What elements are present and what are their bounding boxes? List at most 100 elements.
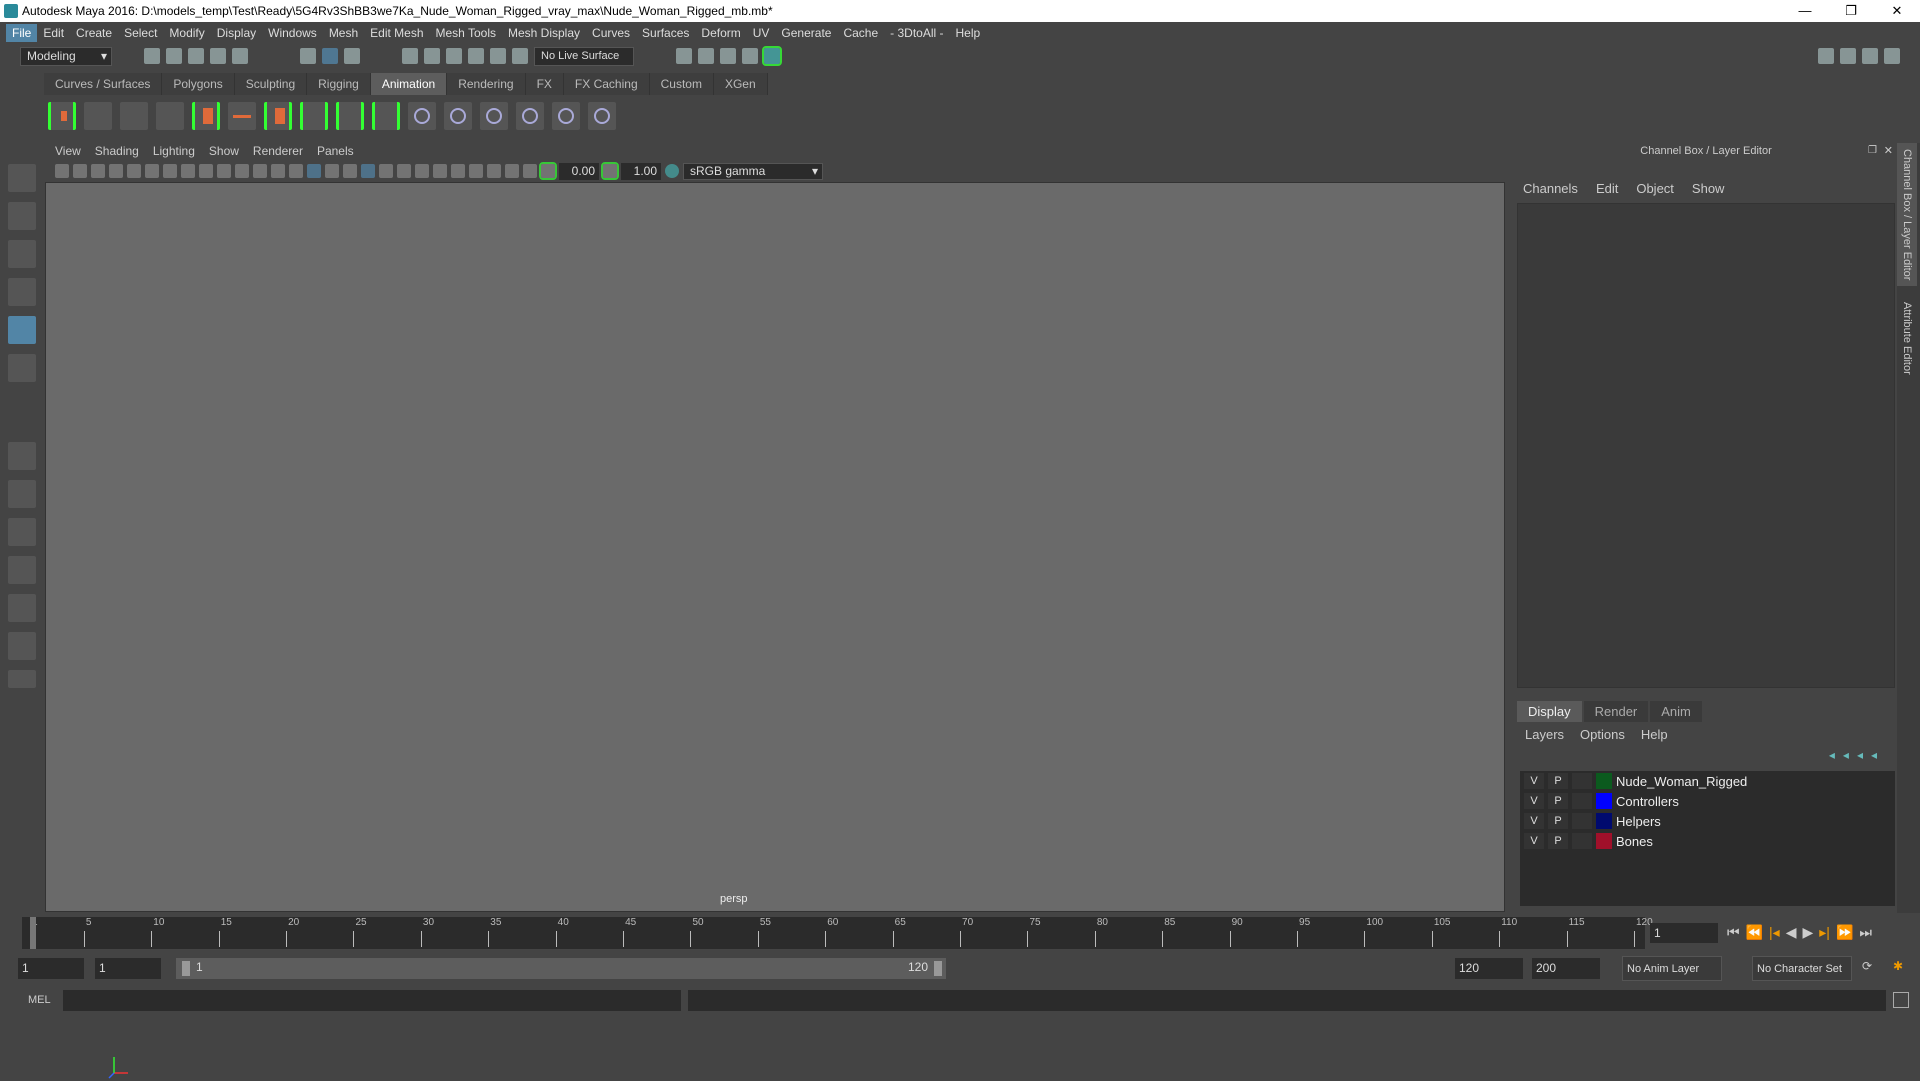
menu-file[interactable]: File <box>6 24 38 42</box>
menu-edit[interactable]: Edit <box>37 24 70 42</box>
menu-deform[interactable]: Deform <box>695 24 746 42</box>
anim-layer-dropdown[interactable]: No Anim Layer <box>1622 956 1722 981</box>
orient-constraint-icon[interactable] <box>336 102 364 130</box>
viewport-menu-show[interactable]: Show <box>209 143 239 160</box>
menu-help[interactable]: Help <box>950 24 987 42</box>
end-time-field[interactable]: 200 <box>1532 958 1600 979</box>
perspective-viewport[interactable] <box>45 182 1505 1079</box>
ik-handle-icon[interactable] <box>228 102 256 130</box>
joint-tool-icon[interactable] <box>264 102 292 130</box>
layer-menu-layers[interactable]: Layers <box>1525 727 1564 742</box>
safe-action-icon[interactable] <box>253 164 267 178</box>
channel-menu-show[interactable]: Show <box>1692 181 1725 196</box>
exposure-field[interactable]: 0.00 <box>559 162 599 180</box>
ambient-occlusion-icon[interactable] <box>415 164 429 178</box>
layer-row[interactable]: V P Controllers <box>1520 791 1895 811</box>
select-hierarchy-icon[interactable] <box>300 48 316 64</box>
open-scene-icon[interactable] <box>166 48 182 64</box>
close-panel-icon[interactable]: ✕ <box>1884 144 1893 157</box>
motion-blur-icon[interactable] <box>433 164 447 178</box>
menu-windows[interactable]: Windows <box>262 24 323 42</box>
default-material-icon[interactable] <box>343 164 357 178</box>
grid-icon[interactable] <box>163 164 177 178</box>
playback-toggle[interactable]: P <box>1548 813 1568 829</box>
layer-tab-render[interactable]: Render <box>1583 701 1649 722</box>
attribute-editor-toggle-icon[interactable] <box>1840 48 1856 64</box>
layer-menu-options[interactable]: Options <box>1580 727 1625 742</box>
paint-select-icon[interactable] <box>8 240 36 268</box>
tab-channel-box[interactable]: Channel Box / Layer Editor <box>1897 143 1917 287</box>
float-panel-icon[interactable]: ❐ <box>1868 145 1877 156</box>
playblast-icon[interactable] <box>48 102 76 130</box>
ipr-render-icon[interactable] <box>720 48 736 64</box>
layer-name[interactable]: Controllers <box>1616 794 1679 809</box>
script-editor-icon[interactable] <box>1893 992 1909 1008</box>
play-forwards-icon[interactable]: ▶ <box>1803 924 1814 941</box>
lasso-tool-icon[interactable] <box>8 202 36 230</box>
go-to-start-icon[interactable]: ⏮ <box>1727 924 1740 941</box>
menu-create[interactable]: Create <box>70 24 118 42</box>
move-layer-up-icon[interactable]: ◂ <box>1829 748 1835 762</box>
move-tool-icon[interactable] <box>8 278 36 306</box>
step-forward-frame-icon[interactable]: ▸| <box>1819 924 1830 941</box>
layer-name[interactable]: Nude_Woman_Rigged <box>1616 774 1747 789</box>
camera-select-icon[interactable] <box>55 164 69 178</box>
menu-select[interactable]: Select <box>118 24 163 42</box>
viewport-menu-view[interactable]: View <box>55 143 81 160</box>
start-time-field[interactable]: 1 <box>18 958 84 979</box>
layer-color-swatch[interactable] <box>1596 773 1612 789</box>
layer-color-swatch[interactable] <box>1596 813 1612 829</box>
rotate-tool-icon[interactable] <box>8 316 36 344</box>
make-live-icon[interactable] <box>512 48 528 64</box>
range-end-handle[interactable] <box>934 961 942 976</box>
gate-mask-icon[interactable] <box>217 164 231 178</box>
wireframe-on-shaded-icon[interactable] <box>325 164 339 178</box>
menu-generate[interactable]: Generate <box>775 24 837 42</box>
parent-constraint-icon[interactable] <box>408 102 436 130</box>
layer-row[interactable]: V P Nude_Woman_Rigged <box>1520 771 1895 791</box>
layer-row[interactable]: V P Bones <box>1520 831 1895 851</box>
layer-color-swatch[interactable] <box>1596 793 1612 809</box>
color-space-dropdown[interactable]: sRGB gamma ▾ <box>683 162 823 180</box>
layer-color-swatch[interactable] <box>1596 833 1612 849</box>
snap-view-plane-icon[interactable] <box>468 48 484 64</box>
color-management-icon[interactable] <box>665 164 679 178</box>
2d-pan-zoom-icon[interactable] <box>127 164 141 178</box>
viewport-menu-lighting[interactable]: Lighting <box>153 143 195 160</box>
snap-curve-icon[interactable] <box>424 48 440 64</box>
restore-button[interactable]: ❐ <box>1828 0 1874 22</box>
xray-joints-icon[interactable] <box>505 164 519 178</box>
layer-tab-anim[interactable]: Anim <box>1650 701 1702 722</box>
close-button[interactable]: ✕ <box>1874 0 1920 22</box>
shelf-tab-curves-surfaces[interactable]: Curves / Surfaces <box>44 73 163 95</box>
menu-mesh[interactable]: Mesh <box>323 24 364 42</box>
viewport-menu-shading[interactable]: Shading <box>95 143 139 160</box>
anti-aliasing-icon[interactable] <box>451 164 465 178</box>
persp-graph-layout-icon[interactable] <box>8 518 36 546</box>
shelf-tab-xgen[interactable]: XGen <box>713 73 768 95</box>
persp-outliner-layout-icon[interactable] <box>8 556 36 584</box>
playback-toggle[interactable]: P <box>1548 773 1568 789</box>
textured-icon[interactable] <box>361 164 375 178</box>
snap-live-icon[interactable] <box>490 48 506 64</box>
layer-menu-help[interactable]: Help <box>1641 727 1668 742</box>
trax-editor-icon[interactable] <box>156 102 184 130</box>
snap-grid-icon[interactable] <box>402 48 418 64</box>
gamma-field[interactable]: 1.00 <box>621 162 661 180</box>
xray-components-icon[interactable] <box>523 164 537 178</box>
render-current-icon[interactable] <box>698 48 714 64</box>
viewport-menu-renderer[interactable]: Renderer <box>253 143 303 160</box>
menu-edit-mesh[interactable]: Edit Mesh <box>364 24 429 42</box>
xray-icon[interactable] <box>487 164 501 178</box>
layer-name[interactable]: Helpers <box>1616 814 1661 829</box>
command-language-label[interactable]: MEL <box>28 994 51 1006</box>
gamma-icon[interactable] <box>601 162 619 180</box>
scale-tool-icon[interactable] <box>8 354 36 382</box>
playback-toggle[interactable]: P <box>1548 833 1568 849</box>
display-type-toggle[interactable] <box>1572 793 1592 809</box>
display-type-toggle[interactable] <box>1572 813 1592 829</box>
layer-row[interactable]: V P Helpers <box>1520 811 1895 831</box>
range-slider[interactable]: 1 120 <box>176 958 946 979</box>
outliner-layout-icon[interactable] <box>8 594 36 622</box>
time-slider[interactable]: 1510152025303540455055606570758085909510… <box>22 917 1653 949</box>
